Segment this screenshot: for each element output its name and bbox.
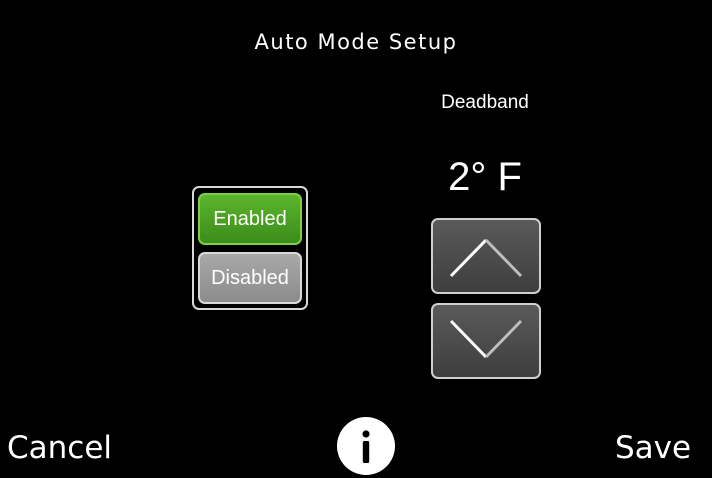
save-button[interactable]: Save (615, 428, 691, 468)
deadband-decrease-button[interactable] (431, 303, 541, 379)
cancel-button[interactable]: Cancel (7, 428, 112, 468)
deadband-label: Deadband (441, 92, 529, 113)
auto-mode-toggle: Enabled Disabled (192, 186, 308, 310)
disabled-button[interactable]: Disabled (198, 252, 302, 304)
enabled-button[interactable]: Enabled (198, 193, 302, 245)
deadband-value: 2° F (448, 155, 522, 199)
info-icon (362, 430, 370, 463)
info-button[interactable] (337, 417, 395, 475)
screen (8, 8, 704, 470)
chevron-down-icon (449, 319, 523, 359)
chevron-up-icon (449, 238, 523, 278)
deadband-increase-button[interactable] (431, 218, 541, 294)
page-title: Auto Mode Setup (254, 30, 458, 54)
